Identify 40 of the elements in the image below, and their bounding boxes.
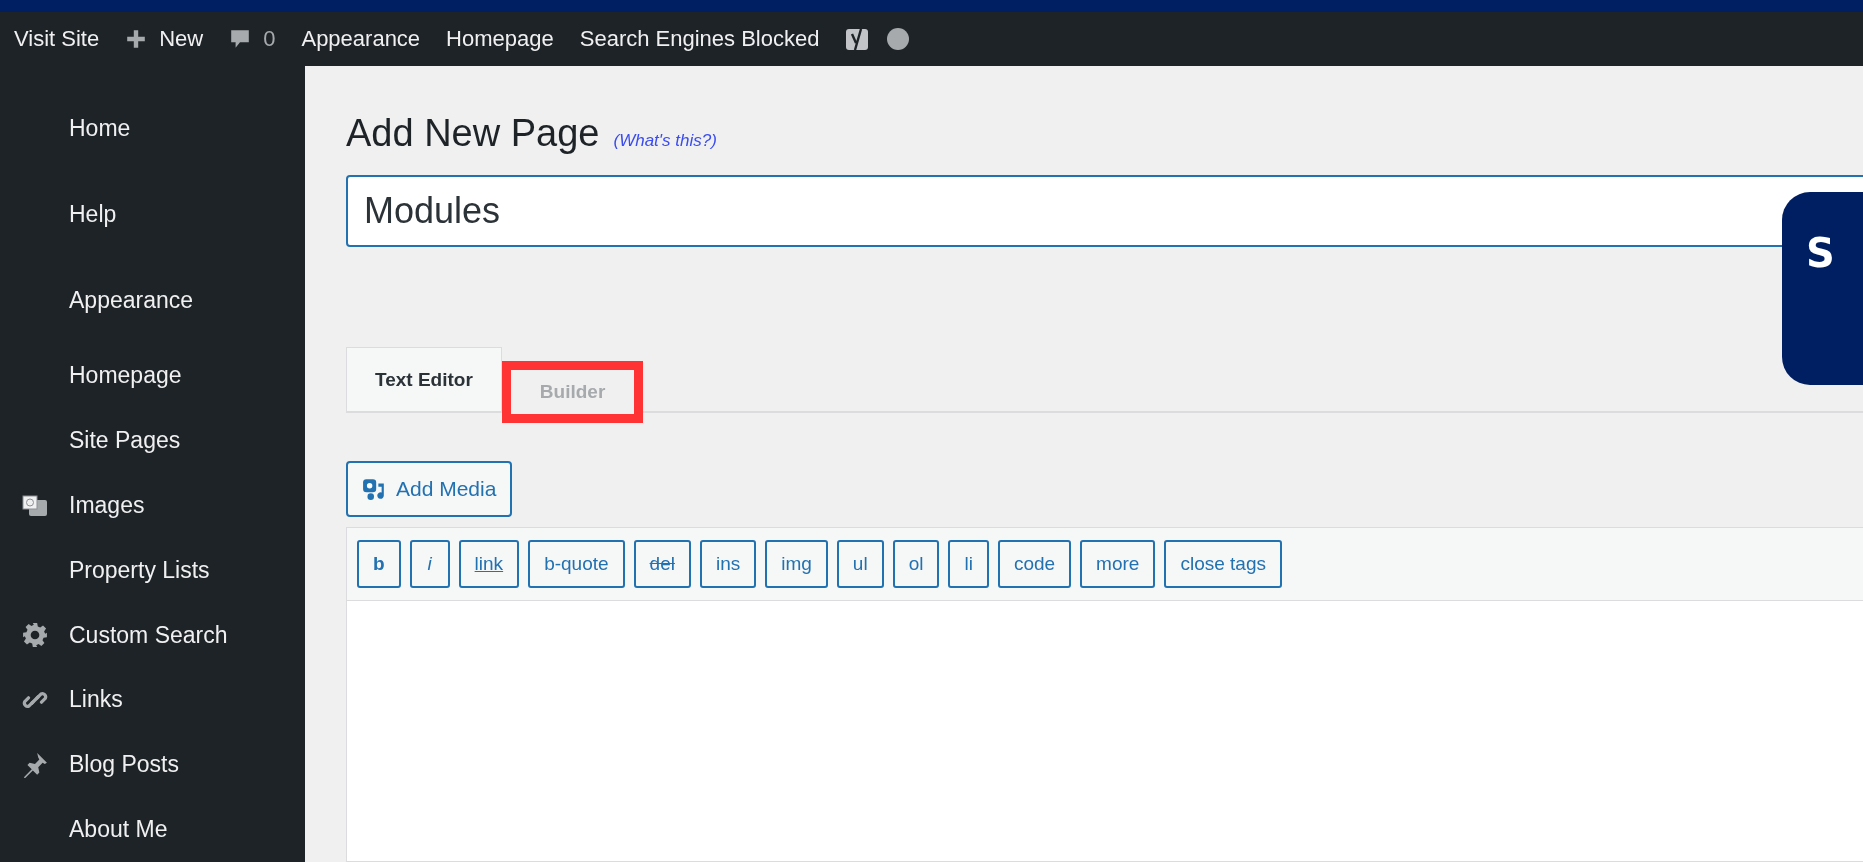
gear-icon — [21, 622, 48, 649]
sidebar-item[interactable]: Help — [0, 171, 305, 258]
sidebar-item[interactable]: Home — [0, 86, 305, 172]
format-button[interactable]: more — [1080, 540, 1156, 588]
format-button[interactable]: del — [633, 540, 691, 588]
admin-bar-link[interactable]: Appearance — [301, 26, 421, 52]
format-button[interactable]: ul — [836, 540, 884, 588]
format-button[interactable]: link — [458, 540, 520, 588]
format-button[interactable]: i — [409, 540, 450, 588]
format-button[interactable]: code — [997, 540, 1072, 588]
seo-logo-icon[interactable] — [845, 26, 870, 52]
sidebar-item[interactable]: Images — [0, 473, 305, 538]
sidebar-item[interactable]: Property Lists — [0, 537, 305, 603]
format-button[interactable]: close tags — [1164, 540, 1282, 588]
sidebar-item[interactable]: Links — [0, 667, 305, 733]
help-link[interactable]: (What's this?) — [613, 131, 717, 151]
format-button[interactable]: img — [765, 540, 828, 588]
comments-link[interactable]: 0 — [229, 26, 276, 52]
media-icon — [362, 477, 386, 501]
sidebar-item[interactable]: About Me — [0, 797, 305, 862]
pushpin-icon — [21, 751, 48, 778]
format-button[interactable]: li — [948, 540, 989, 588]
editor-tab[interactable]: Text Editor — [346, 347, 502, 411]
add-media-button[interactable]: Add Media — [346, 461, 513, 517]
sidebar-item[interactable]: Blog Posts — [0, 732, 305, 798]
format-button[interactable]: ins — [699, 540, 757, 588]
admin-bar-link[interactable]: Visit Site — [14, 26, 100, 52]
format-button[interactable]: b-quote — [528, 540, 625, 588]
admin-bar-link[interactable]: Search Engines Blocked — [579, 26, 820, 52]
status-dot-icon — [887, 28, 910, 50]
admin-bar-link[interactable]: Homepage — [446, 26, 554, 52]
sidebar-item[interactable]: Custom Search — [0, 602, 305, 668]
page-title: Add New Page — [346, 112, 600, 155]
format-button[interactable]: b — [357, 540, 401, 588]
sidebar-item[interactable]: Homepage — [0, 343, 305, 409]
sidebar-item[interactable]: Appearance — [0, 257, 305, 344]
sidebar-item[interactable]: Site Pages — [0, 408, 305, 473]
format-button[interactable]: ol — [892, 540, 940, 588]
new-menu[interactable]: New — [125, 26, 204, 52]
plus-icon — [125, 28, 148, 50]
